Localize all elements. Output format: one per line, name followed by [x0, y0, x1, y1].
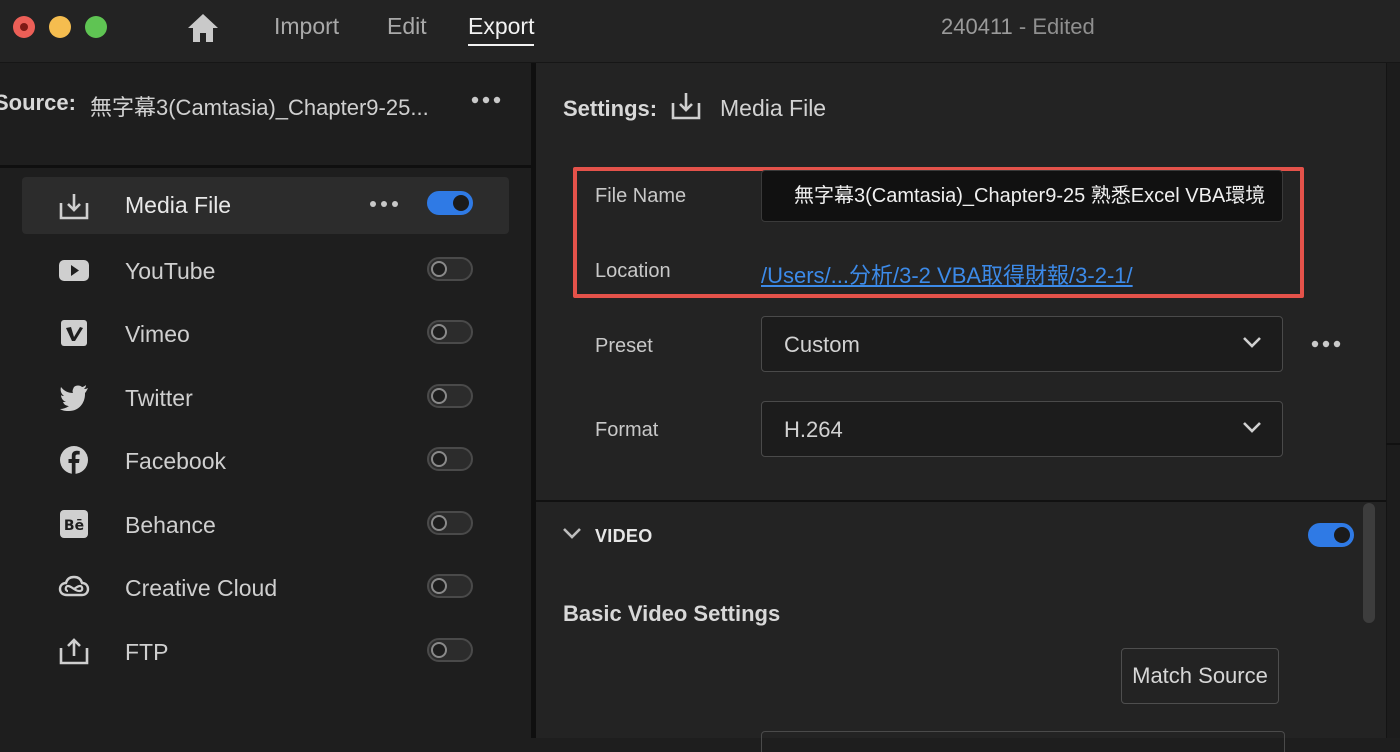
settings-panel: Settings: Media File File Name 無字幕3(Camt… [536, 63, 1400, 752]
video-toggle[interactable] [1308, 523, 1354, 547]
more-options-icon[interactable] [1309, 333, 1343, 355]
chevron-down-icon [1243, 337, 1261, 348]
creative-cloud-toggle[interactable] [427, 574, 473, 598]
destination-label: Creative Cloud [125, 575, 278, 601]
toggle-knob [431, 387, 447, 404]
partial-field[interactable] [761, 731, 1285, 752]
source-value: 無字幕3(Camtasia)_Chapter9-25... [90, 95, 429, 120]
destination-label: Twitter [125, 384, 193, 411]
destination-label: Facebook [125, 448, 227, 474]
destination-ftp[interactable]: FTP [22, 622, 509, 686]
side-panel-edge [1386, 63, 1400, 738]
zoom-window-button[interactable] [85, 16, 107, 38]
tab-edit[interactable]: Edit [387, 13, 427, 40]
toggle-knob [431, 324, 447, 340]
close-window-button[interactable] [13, 16, 35, 38]
toggle-knob [431, 451, 447, 467]
creative-cloud-icon [58, 575, 90, 597]
title-bar: Import Edit Export 240411 - Edited [0, 0, 1400, 63]
toggle-knob [431, 641, 447, 658]
file-name-label: File Name [595, 185, 687, 207]
destination-label: YouTube [125, 257, 216, 284]
chevron-down-icon [1243, 422, 1261, 433]
more-options-icon[interactable] [469, 85, 503, 115]
preset-label: Preset [595, 335, 653, 357]
file-name-field[interactable]: 無字幕3(Camtasia)_Chapter9-25 熟悉Excel VBA環境 [761, 170, 1283, 222]
svg-text:Bē: Bē [64, 518, 84, 534]
vimeo-icon [61, 320, 87, 346]
destination-label: Behance [125, 511, 216, 538]
behance-toggle[interactable] [427, 510, 473, 535]
youtube-icon [59, 259, 89, 281]
section-divider [536, 500, 1400, 502]
download-icon [59, 194, 89, 220]
twitter-toggle[interactable] [427, 383, 473, 408]
scrollbar[interactable] [1363, 503, 1375, 623]
tab-export[interactable]: Export [468, 13, 535, 46]
destination-label: FTP [125, 638, 169, 665]
destination-label: Media File [125, 192, 232, 218]
toggle-knob [431, 260, 447, 277]
format-label: Format [595, 419, 659, 441]
preset-value: Custom [784, 332, 860, 357]
ftp-toggle[interactable] [427, 637, 473, 662]
destination-creative-cloud[interactable]: Creative Cloud [22, 558, 509, 622]
home-icon[interactable] [186, 12, 220, 44]
destination-list: Media File YouTube Vimeo Twitter Faceboo… [22, 177, 509, 685]
more-options-icon[interactable] [368, 191, 400, 217]
behance-icon: Bē [60, 509, 88, 538]
format-value: H.264 [784, 417, 843, 442]
facebook-icon [60, 446, 88, 474]
youtube-toggle[interactable] [427, 256, 473, 281]
format-dropdown[interactable]: H.264 [761, 401, 1283, 457]
upload-icon [59, 637, 89, 664]
match-source-button[interactable]: Match Source [1121, 648, 1279, 704]
facebook-toggle[interactable] [427, 447, 473, 471]
toggle-knob [431, 514, 447, 531]
document-status: - Edited [1012, 14, 1095, 39]
source-row: Source: 無字幕3(Camtasia)_Chapter9-25... [0, 63, 531, 168]
minimize-window-button[interactable] [49, 16, 71, 38]
destination-label: Vimeo [125, 321, 190, 347]
destination-media-file[interactable]: Media File [22, 177, 509, 234]
twitter-icon [60, 384, 88, 411]
location-label: Location [595, 260, 671, 282]
section-divider [1386, 443, 1400, 445]
toggle-knob [431, 578, 447, 594]
document-name: 240411 [941, 14, 1013, 39]
settings-label: Settings: [563, 96, 658, 121]
settings-value: Media File [720, 95, 827, 121]
destination-behance[interactable]: Bē Behance [22, 495, 509, 559]
vimeo-toggle[interactable] [427, 320, 473, 344]
toggle-knob [453, 195, 469, 211]
basic-video-settings-heading: Basic Video Settings [563, 601, 781, 626]
destination-twitter[interactable]: Twitter [22, 368, 509, 432]
location-link[interactable]: /Users/...分析/3-2 VBA取得財報/3-2-1/ [761, 258, 1133, 290]
destination-youtube[interactable]: YouTube [22, 241, 509, 305]
tab-import[interactable]: Import [274, 13, 339, 40]
video-section-label[interactable]: VIDEO [595, 526, 653, 547]
destinations-panel: Source: 無字幕3(Camtasia)_Chapter9-25... Me… [0, 63, 531, 738]
source-label: Source: [0, 90, 76, 115]
download-icon [671, 93, 701, 120]
document-title: 240411 - Edited [941, 14, 1095, 40]
chevron-down-icon[interactable] [561, 525, 583, 541]
toggle-knob [1334, 527, 1350, 543]
destination-facebook[interactable]: Facebook [22, 431, 509, 495]
media-file-toggle[interactable] [427, 191, 473, 215]
destination-vimeo[interactable]: Vimeo [22, 304, 509, 368]
preset-dropdown[interactable]: Custom [761, 316, 1283, 372]
